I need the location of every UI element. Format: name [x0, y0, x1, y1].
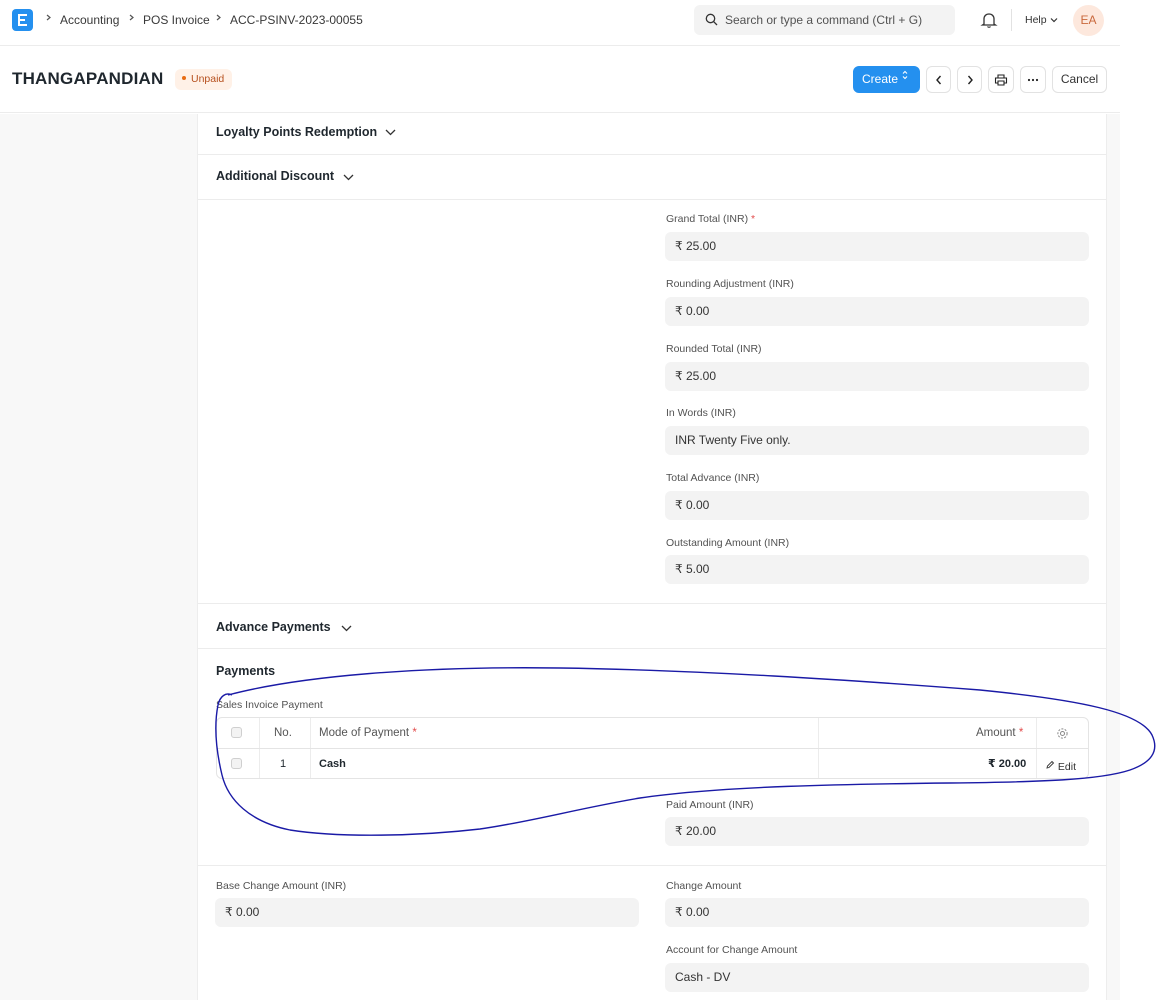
app-logo-icon[interactable]	[12, 9, 33, 31]
grand-total-label: Grand Total (INR) *	[666, 213, 756, 225]
cancel-button[interactable]: Cancel	[1052, 66, 1107, 93]
search-input[interactable]: Search or type a command (Ctrl + G)	[694, 5, 955, 35]
chevron-right-icon	[46, 14, 51, 21]
chevron-right-icon	[129, 14, 134, 21]
payments-section-title: Payments	[216, 664, 276, 678]
more-actions-button[interactable]	[1020, 66, 1046, 93]
section-advance-payments[interactable]: Advance Payments	[198, 603, 1106, 649]
payments-table-label: Sales Invoice Payment	[216, 699, 323, 711]
grand-total-field[interactable]: ₹ 25.00	[665, 232, 1089, 261]
column-header-no: No.	[274, 727, 292, 739]
right-gutter	[1107, 114, 1120, 1000]
rounding-adjustment-field[interactable]: ₹ 0.00	[665, 297, 1089, 326]
window-edge	[1120, 0, 1156, 1000]
breadcrumb-document[interactable]: ACC-PSINV-2023-00055	[230, 13, 363, 27]
amount-cell[interactable]: ₹ 20.00	[988, 757, 1026, 770]
rounded-total-field[interactable]: ₹ 25.00	[665, 362, 1089, 391]
paid-amount-field[interactable]: ₹ 20.00	[665, 817, 1089, 846]
form-card: Loyalty Points Redemption Additional Dis…	[197, 114, 1107, 1000]
row-checkbox[interactable]	[231, 758, 242, 769]
chevron-right-icon	[216, 14, 221, 21]
printer-icon	[994, 73, 1008, 86]
pencil-icon	[1046, 760, 1055, 769]
total-advance-field[interactable]: ₹ 0.00	[665, 491, 1089, 520]
top-navbar: Accounting POS Invoice ACC-PSINV-2023-00…	[0, 0, 1120, 46]
total-advance-label: Total Advance (INR)	[666, 472, 760, 484]
section-title: Loyalty Points Redemption	[216, 125, 378, 139]
create-button[interactable]: Create	[853, 66, 920, 93]
chevron-down-icon	[385, 129, 396, 136]
payments-table: No. Mode of Payment * Amount * 1 Cash ₹ …	[216, 717, 1089, 779]
left-gutter	[0, 114, 197, 1000]
mode-of-payment-cell[interactable]: Cash	[319, 758, 346, 770]
outstanding-amount-field[interactable]: ₹ 5.00	[665, 555, 1089, 584]
column-header-amount: Amount *	[976, 727, 1024, 739]
status-badge: Unpaid	[175, 69, 233, 90]
search-icon	[705, 13, 718, 26]
chevron-down-icon	[343, 174, 354, 181]
breadcrumb-accounting[interactable]: Accounting	[60, 13, 119, 27]
navbar-divider	[1011, 9, 1012, 31]
search-placeholder: Search or type a command (Ctrl + G)	[725, 13, 923, 27]
bell-icon[interactable]	[980, 11, 998, 29]
section-loyalty-points[interactable]: Loyalty Points Redemption	[198, 114, 1106, 155]
section-title: Advance Payments	[216, 620, 331, 634]
base-change-amount-label: Base Change Amount (INR)	[216, 880, 347, 892]
breadcrumb-pos-invoice[interactable]: POS Invoice	[143, 13, 210, 27]
previous-button[interactable]	[926, 66, 951, 93]
outstanding-amount-label: Outstanding Amount (INR)	[666, 537, 790, 549]
rounding-adjustment-label: Rounding Adjustment (INR)	[666, 278, 794, 290]
account-for-change-field[interactable]: Cash - DV	[665, 963, 1089, 992]
row-number: 1	[280, 758, 287, 770]
edit-row-button[interactable]: Edit	[1045, 760, 1076, 773]
in-words-label: In Words (INR)	[666, 407, 736, 419]
chevron-updown-icon	[902, 70, 908, 80]
help-menu[interactable]: Help	[1025, 14, 1058, 26]
avatar[interactable]: EA	[1073, 5, 1104, 36]
section-title: Additional Discount	[216, 169, 335, 183]
page-header: THANGAPANDIAN Unpaid Create Cancel	[0, 47, 1120, 113]
base-change-amount-field[interactable]: ₹ 0.00	[215, 898, 639, 927]
in-words-field[interactable]: INR Twenty Five only.	[665, 426, 1089, 455]
print-button[interactable]	[988, 66, 1014, 93]
paid-amount-label: Paid Amount (INR)	[666, 799, 754, 811]
section-additional-discount[interactable]: Additional Discount	[198, 155, 1106, 200]
select-all-checkbox[interactable]	[231, 727, 242, 738]
section-divider	[198, 865, 1106, 866]
chevron-down-icon	[1050, 18, 1057, 23]
chevron-down-icon	[341, 625, 352, 632]
column-header-mode: Mode of Payment *	[319, 727, 417, 739]
gear-icon[interactable]	[1056, 727, 1069, 740]
next-button[interactable]	[957, 66, 982, 93]
chevron-left-icon	[935, 75, 941, 84]
change-amount-field[interactable]: ₹ 0.00	[665, 898, 1089, 927]
rounded-total-label: Rounded Total (INR)	[666, 343, 762, 355]
page-title: THANGAPANDIAN	[12, 69, 164, 88]
ellipsis-icon	[1027, 78, 1039, 81]
account-for-change-label: Account for Change Amount	[666, 944, 798, 956]
change-amount-label: Change Amount	[666, 880, 742, 892]
chevron-right-icon	[967, 75, 973, 84]
